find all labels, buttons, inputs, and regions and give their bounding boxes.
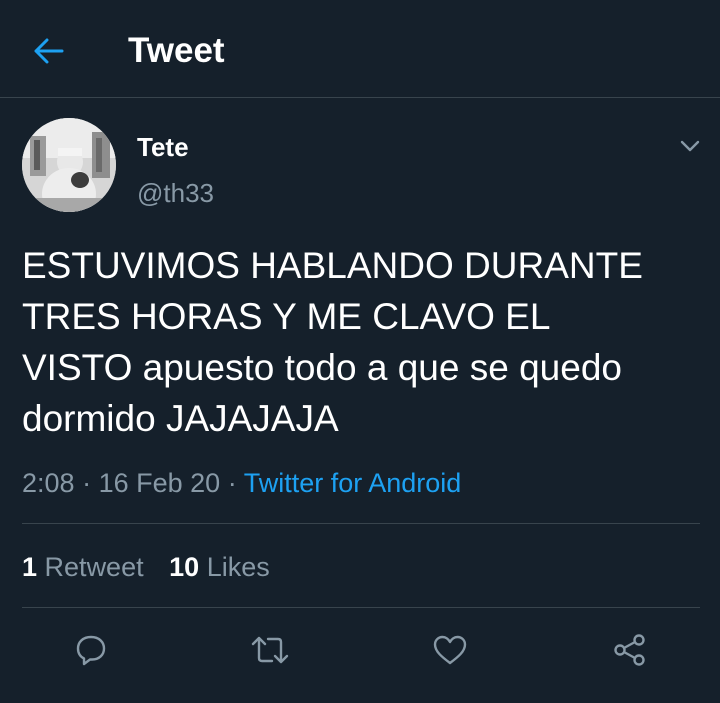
top-bar: Tweet [0,0,720,98]
tweet-detail-screen: Tweet Tete @th33 ESTUVIMOS HABLANDO DURA… [0,0,720,703]
meta-separator: · [227,468,237,498]
likes-label: Likes [206,552,270,582]
tweet-date: 16 Feb 20 [98,468,221,498]
reply-icon [76,635,106,666]
heart-icon [433,635,467,665]
author-handle[interactable]: @th33 [137,177,214,209]
tweet-time: 2:08 [22,468,75,498]
likes-stat[interactable]: 10 Likes [169,552,270,582]
tweet-stats: 1 Retweet 10 Likes [22,550,270,584]
retweets-stat[interactable]: 1 Retweet [22,552,144,582]
likes-count: 10 [169,552,200,582]
avatar[interactable] [22,118,116,212]
chevron-down-icon [680,140,700,152]
tweet-text: ESTUVIMOS HABLANDO DURANTE TRES HORAS Y … [22,245,643,439]
retweets-count: 1 [22,552,38,582]
arrow-left-icon [34,38,64,64]
retweet-icon [251,636,289,664]
meta-separator: · [82,468,92,498]
avatar-photo [22,118,116,212]
more-options-button[interactable] [672,128,708,164]
page-title: Tweet [128,31,225,70]
like-button[interactable] [428,628,472,672]
author-name[interactable]: Tete [137,131,189,163]
retweet-button[interactable] [248,628,292,672]
share-icon [614,634,645,666]
tweet-meta: 2:08 · 16 Feb 20 · Twitter for Android [22,466,461,500]
tweet-source-link[interactable]: Twitter for Android [244,468,462,498]
share-button[interactable] [608,628,652,672]
divider [22,523,700,524]
back-button[interactable] [26,28,72,74]
reply-button[interactable] [69,628,113,672]
divider [22,607,700,608]
retweets-label: Retweet [44,552,144,582]
